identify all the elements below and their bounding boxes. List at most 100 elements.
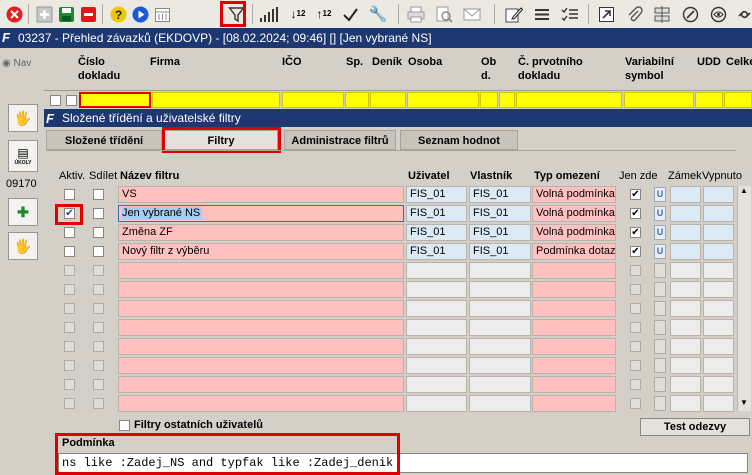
type-cell[interactable] xyxy=(532,262,616,279)
lock-cell[interactable] xyxy=(670,186,701,203)
off-cell[interactable] xyxy=(703,243,734,260)
attach-icon[interactable] xyxy=(624,4,644,24)
off-cell[interactable] xyxy=(703,300,734,317)
share-checkbox[interactable] xyxy=(93,360,104,371)
filter-ico[interactable] xyxy=(282,92,344,108)
owner-cell[interactable] xyxy=(469,338,531,355)
share-checkbox[interactable] xyxy=(93,284,104,295)
aktiv-checkbox[interactable] xyxy=(64,379,75,390)
owner-cell[interactable]: FIS_01 xyxy=(469,186,531,203)
row-checkbox[interactable] xyxy=(50,95,61,106)
col-obd[interactable]: Ob d. xyxy=(481,55,497,83)
type-cell[interactable]: Volná podmínka xyxy=(532,224,616,241)
user-cell[interactable]: FIS_01 xyxy=(406,186,467,203)
aktiv-checkbox[interactable] xyxy=(64,284,75,295)
col-cislo-dokladu[interactable]: Číslo dokladu xyxy=(78,55,138,83)
only-here-checkbox[interactable]: ✔ xyxy=(630,208,641,219)
tasks-button[interactable]: ▤ ÚKOLY xyxy=(8,140,38,172)
lock-button[interactable]: U xyxy=(654,225,666,240)
off-cell[interactable] xyxy=(703,205,734,222)
owner-cell[interactable] xyxy=(469,281,531,298)
share-checkbox[interactable] xyxy=(93,398,104,409)
scroll-down-icon[interactable]: ▼ xyxy=(740,398,748,407)
user-cell[interactable]: FIS_01 xyxy=(406,243,467,260)
hand-document-button[interactable]: 🖐 xyxy=(8,104,38,132)
share-checkbox[interactable] xyxy=(93,246,104,257)
play-icon[interactable] xyxy=(130,4,150,24)
add-icon[interactable] xyxy=(34,4,54,24)
filter-prvotni-doklad[interactable] xyxy=(516,92,622,108)
off-cell[interactable] xyxy=(703,186,734,203)
aktiv-checkbox[interactable]: ✔ xyxy=(64,208,75,219)
nav-toggle[interactable]: ◉ Nav xyxy=(2,58,31,69)
off-cell[interactable] xyxy=(703,224,734,241)
filter-name-cell[interactable] xyxy=(118,395,404,412)
lock-button[interactable]: U xyxy=(654,244,666,259)
filter-obd[interactable] xyxy=(480,92,498,108)
owner-cell[interactable] xyxy=(469,357,531,374)
type-cell[interactable]: Volná podmínka xyxy=(532,186,616,203)
lock-button[interactable]: U xyxy=(654,187,666,202)
lock-cell[interactable] xyxy=(670,243,701,260)
filter-name-cell[interactable]: VS xyxy=(118,186,404,203)
only-here-checkbox[interactable] xyxy=(630,322,641,333)
lock-cell[interactable] xyxy=(670,224,701,241)
signal-icon[interactable] xyxy=(258,4,278,24)
lock-button[interactable] xyxy=(654,377,666,392)
aktiv-checkbox[interactable] xyxy=(64,189,75,200)
off-cell[interactable] xyxy=(703,395,734,412)
share-checkbox[interactable] xyxy=(93,341,104,352)
user-cell[interactable] xyxy=(406,319,467,336)
only-here-checkbox[interactable] xyxy=(630,284,641,295)
aktiv-checkbox[interactable] xyxy=(64,322,75,333)
eye-icon[interactable] xyxy=(708,4,728,24)
user-cell[interactable] xyxy=(406,262,467,279)
user-cell[interactable]: FIS_01 xyxy=(406,224,467,241)
row-checkbox[interactable] xyxy=(66,95,77,106)
lock-button[interactable] xyxy=(654,263,666,278)
lock-cell[interactable] xyxy=(670,262,701,279)
aktiv-checkbox[interactable] xyxy=(64,303,75,314)
user-cell[interactable] xyxy=(406,281,467,298)
only-here-checkbox[interactable] xyxy=(630,303,641,314)
lock-button[interactable] xyxy=(654,396,666,411)
pen-icon[interactable] xyxy=(680,4,700,24)
share-checkbox[interactable] xyxy=(93,208,104,219)
off-cell[interactable] xyxy=(703,262,734,279)
filter-name-cell[interactable] xyxy=(118,300,404,317)
split-icon[interactable] xyxy=(652,4,672,24)
filter-denik[interactable] xyxy=(370,92,406,108)
share-checkbox[interactable] xyxy=(93,379,104,390)
hand-document-button-2[interactable]: 🖐 xyxy=(8,232,38,260)
col-osoba[interactable]: Osoba xyxy=(408,55,442,69)
user-cell[interactable] xyxy=(406,338,467,355)
type-cell[interactable]: Volná podmínka xyxy=(532,205,616,222)
filter-name-cell[interactable] xyxy=(118,281,404,298)
col-celkem[interactable]: Celke xyxy=(726,55,752,69)
filter-name-cell[interactable] xyxy=(118,262,404,279)
type-cell[interactable] xyxy=(532,357,616,374)
aktiv-checkbox[interactable] xyxy=(64,227,75,238)
owner-cell[interactable] xyxy=(469,319,531,336)
print-icon[interactable] xyxy=(406,4,426,24)
aktiv-checkbox[interactable] xyxy=(64,341,75,352)
type-cell[interactable] xyxy=(532,319,616,336)
filter-icon[interactable] xyxy=(226,4,246,24)
off-cell[interactable] xyxy=(703,281,734,298)
user-cell[interactable]: FIS_01 xyxy=(406,205,467,222)
only-here-checkbox[interactable] xyxy=(630,360,641,371)
filter-name-cell[interactable]: Nový filtr z výběru xyxy=(118,243,404,260)
aktiv-checkbox[interactable] xyxy=(64,360,75,371)
only-here-checkbox[interactable] xyxy=(630,265,641,276)
filter-obd-2[interactable] xyxy=(499,92,515,108)
aktiv-checkbox[interactable] xyxy=(64,398,75,409)
lock-button[interactable] xyxy=(654,358,666,373)
edit-icon[interactable] xyxy=(504,4,524,24)
other-users-checkbox[interactable] xyxy=(119,420,130,431)
help-icon[interactable]: ? xyxy=(108,4,128,24)
share-checkbox[interactable] xyxy=(93,303,104,314)
owner-cell[interactable] xyxy=(469,376,531,393)
export-icon[interactable] xyxy=(596,4,616,24)
scroll-up-icon[interactable]: ▲ xyxy=(740,186,748,195)
filter-udd[interactable] xyxy=(695,92,723,108)
